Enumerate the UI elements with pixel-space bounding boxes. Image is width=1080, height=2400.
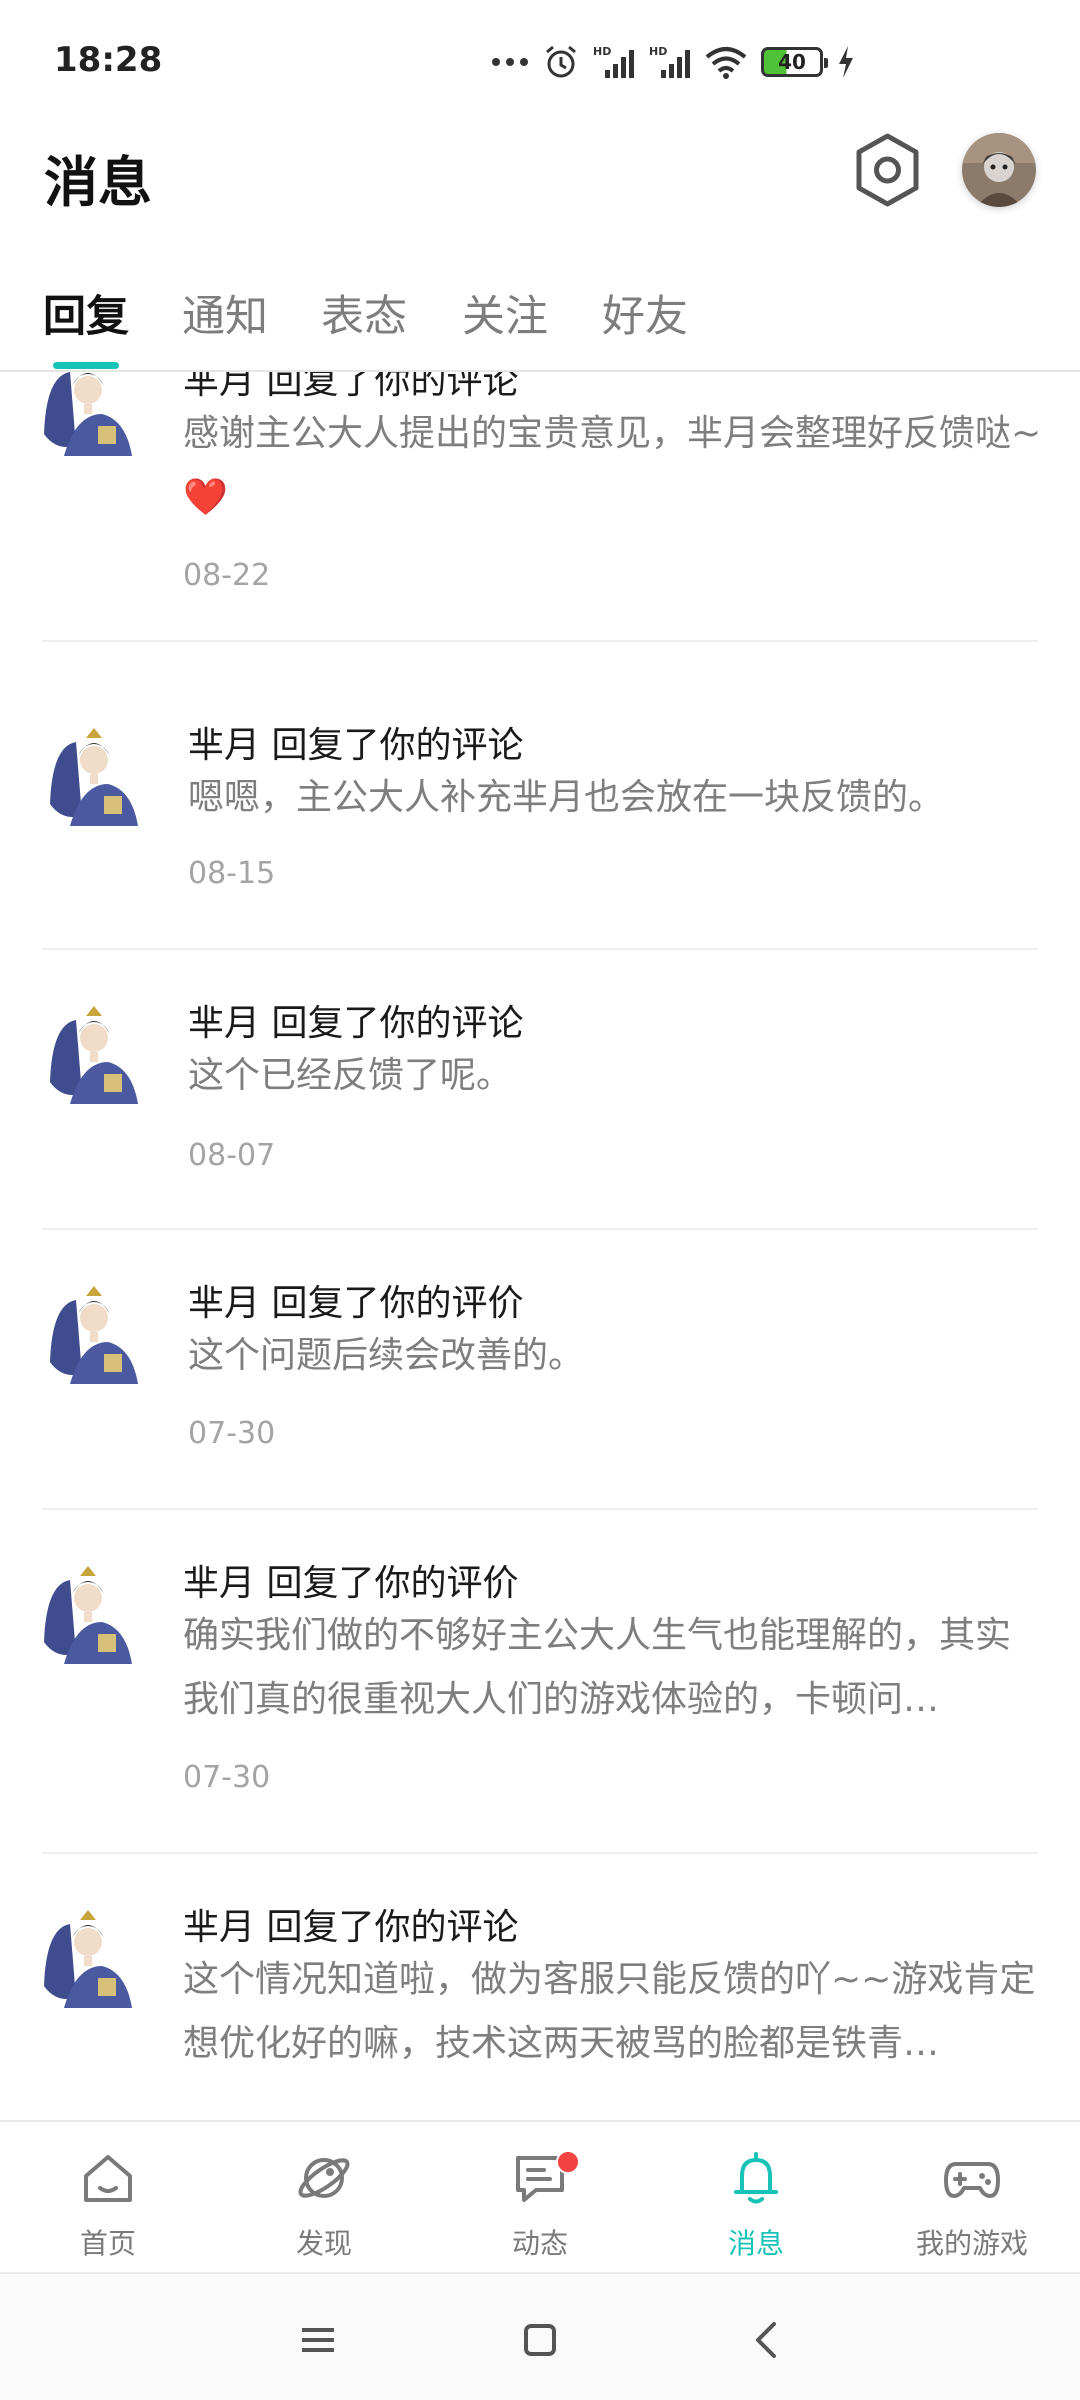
sender-avatar (44, 1910, 132, 2008)
divider (42, 640, 1038, 642)
notification-badge (556, 2150, 580, 2174)
list-item[interactable]: 芈月 回复了你的评价 确实我们做的不够好主公大人生气也能理解的，其实我们真的很重… (0, 1510, 1080, 1854)
tab-friends[interactable]: 好友 (602, 282, 688, 344)
tab-indicator (53, 362, 119, 369)
status-icons: HD HD 40 (491, 42, 855, 82)
list-item[interactable]: 芈月 回复了你的评论 感谢主公大人提出的宝贵意见，芈月会整理好反馈哒~❤️ 08… (0, 372, 1080, 670)
battery-icon: 40 (761, 47, 828, 77)
nav-home-label: 首页 (79, 2227, 136, 2260)
signal-hd-icon: HD (593, 45, 634, 78)
nav-feed[interactable]: 动态 (432, 2122, 648, 2274)
signal-hd-icon: HD (649, 45, 690, 78)
settings-button[interactable] (850, 130, 925, 210)
tab-follow[interactable]: 关注 (462, 282, 548, 344)
message-title: 芈月 回复了你的评价 (183, 1563, 519, 1604)
nav-home[interactable]: 首页 (0, 2122, 216, 2274)
tab-reaction[interactable]: 表态 (321, 282, 407, 344)
message-title: 芈月 回复了你的评论 (188, 1003, 524, 1044)
message-date: 07-30 (183, 1760, 271, 1795)
list-item[interactable]: 芈月 回复了你的评论 这个情况知道啦，做为客服只能反馈的吖~~游戏肯定想优化好的… (0, 1854, 1080, 2120)
page-title: 消息 (44, 151, 152, 214)
sender-avatar (50, 1006, 138, 1104)
sender-avatar (50, 1286, 138, 1384)
alarm-icon (546, 45, 576, 78)
list-item[interactable]: 芈月 回复了你的评论 嗯嗯，主公大人补充芈月也会放在一块反馈的。 08-15 (0, 670, 1080, 950)
home-square-icon[interactable] (510, 2310, 570, 2370)
sender-avatar (44, 372, 132, 456)
user-avatar-button[interactable] (962, 133, 1036, 207)
message-title: 芈月 回复了你的评论 (183, 372, 519, 402)
message-title: 芈月 回复了你的评论 (188, 725, 524, 766)
message-text: 这个情况知道啦，做为客服只能反馈的吖~~游戏肯定想优化好的嘛，技术这两天被骂的脸… (183, 1959, 1036, 2064)
settings-hexagon-icon (856, 133, 919, 207)
message-date: 08-07 (188, 1138, 276, 1173)
list-item[interactable]: 芈月 回复了你的评价 这个问题后续会改善的。 07-30 (0, 1230, 1080, 1510)
nav-feed-label: 动态 (511, 2227, 568, 2260)
back-icon[interactable] (738, 2310, 798, 2370)
message-title: 芈月 回复了你的评价 (188, 1283, 524, 1324)
message-text: 这个已经反馈了呢。 (188, 1055, 513, 1096)
wifi-icon (705, 47, 747, 79)
sender-avatar (44, 1566, 132, 1664)
tab-notification[interactable]: 通知 (182, 282, 268, 344)
svg-text:HD: HD (649, 45, 667, 58)
gamepad-icon (944, 2162, 1000, 2198)
message-tabs: 回复 通知 表态 关注 好友 (0, 270, 1080, 372)
svg-text:HD: HD (593, 45, 611, 58)
message-title: 芈月 回复了你的评论 (183, 1907, 519, 1948)
nav-discover-label: 发现 (295, 2227, 352, 2260)
bottom-nav: 首页 发现 动态 消息 我的游戏 (0, 2120, 1080, 2274)
nav-messages[interactable]: 消息 (648, 2122, 864, 2274)
status-time: 18:28 (54, 40, 163, 80)
more-dots-icon (492, 58, 528, 66)
nav-messages-label: 消息 (727, 2227, 784, 2260)
menu-icon[interactable] (288, 2310, 348, 2370)
user-avatar (962, 133, 1036, 207)
message-text: 嗯嗯，主公大人补充芈月也会放在一块反馈的。 (188, 777, 945, 818)
message-date: 08-15 (188, 856, 276, 891)
nav-my-games-label: 我的游戏 (915, 2227, 1028, 2260)
tab-reply[interactable]: 回复 (43, 282, 129, 344)
message-text: 确实我们做的不够好主公大人生气也能理解的，其实我们真的很重视大人们的游戏体验的，… (183, 1615, 1012, 1720)
home-icon (84, 2155, 132, 2202)
charging-icon (839, 46, 853, 78)
system-nav-bar (0, 2272, 1080, 2400)
sender-avatar (50, 728, 138, 826)
bell-icon (734, 2152, 778, 2204)
status-bar: 18:28 HD HD 40 (0, 0, 1080, 120)
message-date: 08-22 (183, 558, 271, 593)
list-item[interactable]: 芈月 回复了你的评论 这个已经反馈了呢。 08-07 (0, 950, 1080, 1230)
message-list[interactable]: 芈月 回复了你的评论 感谢主公大人提出的宝贵意见，芈月会整理好反馈哒~❤️ 08… (0, 372, 1080, 2120)
battery-level: 40 (778, 50, 806, 74)
messages-screen: 18:28 HD HD 40 消息 回复 通知 表态 关注 好友 芈月 回复了你… (0, 0, 1080, 2400)
message-text: 这个问题后续会改善的。 (188, 1335, 585, 1376)
message-text: 感谢主公大人提出的宝贵意见，芈月会整理好反馈哒~❤️ (183, 413, 1042, 518)
nav-discover[interactable]: 发现 (216, 2122, 432, 2274)
nav-my-games[interactable]: 我的游戏 (864, 2122, 1080, 2274)
discover-planet-icon (298, 2158, 350, 2198)
message-date: 07-30 (188, 1416, 276, 1451)
